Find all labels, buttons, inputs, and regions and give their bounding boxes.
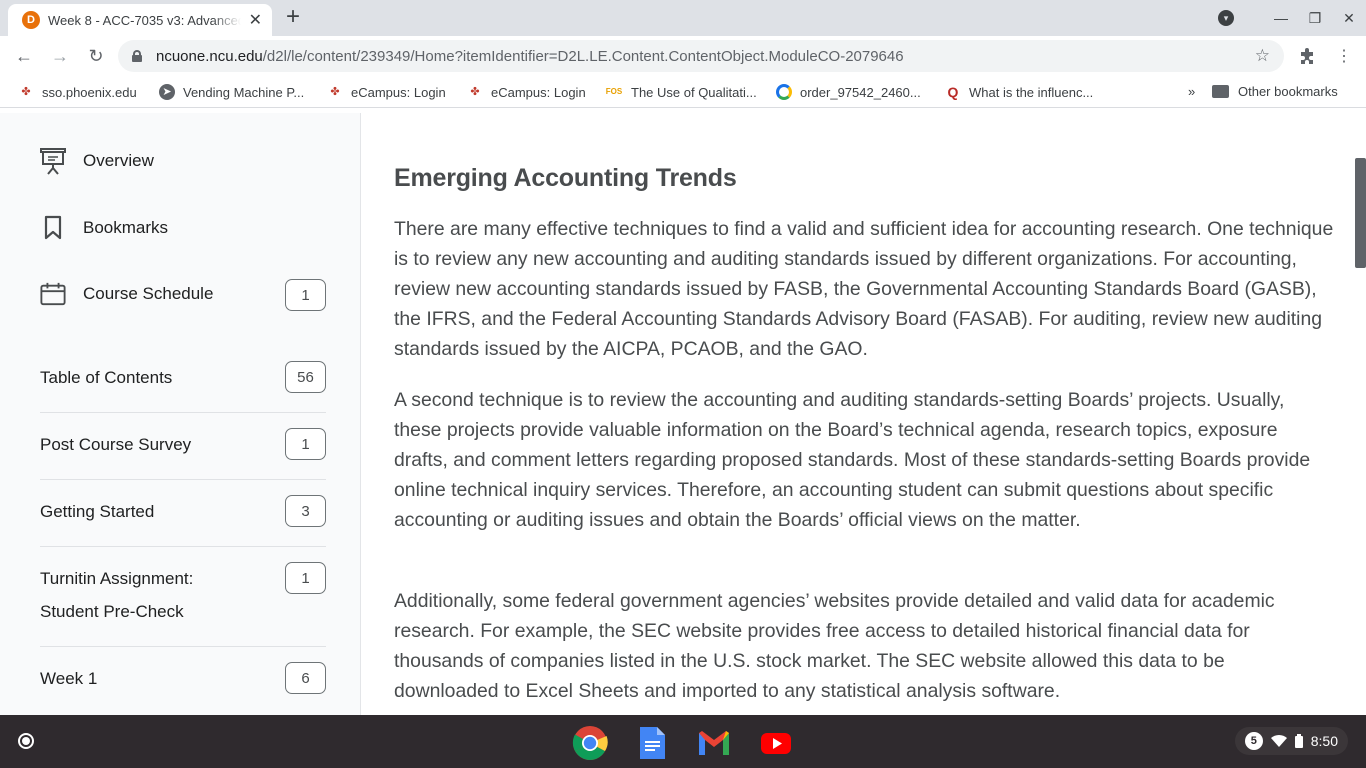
battery-icon (1294, 734, 1303, 748)
extensions-puzzle-icon[interactable] (1298, 47, 1316, 65)
browser-toolbar: ← → ↻ ncuone.ncu.edu/d2l/le/content/2393… (0, 36, 1366, 76)
notification-count-badge: 5 (1244, 732, 1263, 750)
docs-icon[interactable] (634, 725, 670, 761)
star-icon[interactable]: ☆ (1255, 46, 1270, 66)
paragraph: There are many effective techniques to f… (394, 218, 1334, 360)
divider (40, 412, 326, 413)
bookmark-item[interactable]: FOS The Use of Qualitati... (605, 84, 757, 100)
bookmark-icon (40, 215, 66, 241)
nav-course-schedule[interactable]: Course Schedule (40, 281, 213, 307)
toc-item-label: Week 1 (40, 669, 98, 688)
toc-item-label: Getting Started (40, 502, 155, 521)
bookmark-item[interactable]: Q What is the influenc... (945, 84, 1094, 100)
bookmarks-bar: ✤ sso.phoenix.edu ➤ Vending Machine P... ✤… (0, 76, 1366, 108)
toc-item-label: Table of Contents (40, 368, 173, 387)
chrome-icon[interactable] (572, 725, 608, 761)
close-window-icon[interactable]: ✕ (1332, 10, 1366, 27)
lock-icon[interactable] (132, 50, 142, 62)
d2l-favicon-icon: D (22, 11, 40, 29)
url-path: /d2l/le/content/239349/Home?itemIdentifi… (262, 47, 904, 65)
folder-icon (1212, 85, 1229, 98)
bookmark-item[interactable]: ✤ sso.phoenix.edu (18, 84, 136, 100)
toc-item-label: Post Course Survey (40, 435, 192, 454)
quora-icon: Q (947, 84, 959, 100)
page-title: Emerging Accounting Trends (394, 164, 737, 192)
phoenix-icon: ✤ (470, 86, 480, 98)
window-controls: ▾ — ❐ ✕ (1218, 0, 1366, 36)
nav-bookmarks-label: Bookmarks (83, 218, 169, 237)
launcher-icon[interactable] (18, 733, 34, 749)
close-tab-icon[interactable]: ✕ (249, 10, 262, 30)
scrollbar-thumb[interactable] (1355, 158, 1366, 268)
count-badge: 6 (285, 662, 326, 694)
tab-title: Week 8 - ACC-7035 v3: Advanced (48, 12, 241, 28)
count-badge: 1 (285, 428, 326, 460)
minimize-icon[interactable]: — (1264, 10, 1298, 26)
count-badge: 1 (285, 279, 326, 311)
count-badge: 1 (285, 562, 326, 594)
tab-search-icon[interactable]: ▾ (1218, 10, 1234, 26)
divider (40, 479, 326, 480)
youtube-icon[interactable] (758, 725, 794, 761)
tab-strip: D Week 8 - ACC-7035 v3: Advanced ✕ + ▾ —… (0, 0, 1366, 36)
other-bookmarks-folder[interactable]: Other bookmarks (1212, 84, 1338, 99)
bookmark-item[interactable]: ✤ eCampus: Login (467, 84, 585, 100)
count-badge: 56 (285, 361, 326, 393)
url-host: ncuone.ncu.edu (156, 47, 263, 65)
status-tray[interactable]: 5 8:50 (1234, 727, 1348, 755)
presentation-icon (40, 148, 66, 175)
course-sidebar: Overview Bookmarks Course Schedule 1 Tab… (0, 113, 361, 715)
bookmark-item[interactable]: order_97542_2460... (776, 84, 921, 100)
back-arrow-icon[interactable]: ← (6, 46, 42, 67)
restore-icon[interactable]: ❐ (1298, 10, 1332, 27)
paragraph: A second technique is to review the acco… (394, 389, 1311, 531)
clock-time: 8:50 (1310, 733, 1338, 749)
phoenix-icon: ✤ (21, 86, 31, 98)
nav-course-schedule-label: Course Schedule (83, 284, 214, 303)
address-bar[interactable]: ncuone.ncu.edu/d2l/le/content/239349/Hom… (118, 40, 1284, 72)
divider (40, 546, 326, 547)
count-badge: 3 (285, 495, 326, 527)
content-pane: Emerging Accounting Trends There are man… (362, 113, 1354, 715)
reload-icon[interactable]: ↻ (78, 46, 114, 67)
nav-overview-label: Overview (83, 151, 154, 170)
toc-item-label: Turnitin Assignment: (40, 569, 194, 588)
bookmark-item[interactable]: ✤ eCampus: Login (327, 84, 445, 100)
menu-kebab-icon[interactable]: ⋮ (1336, 46, 1352, 66)
fos-icon: FOS (605, 87, 623, 96)
wifi-icon (1270, 734, 1287, 747)
toc-item-label-line2: Student Pre-Check (40, 602, 184, 621)
paragraph: Additionally, some federal government ag… (394, 590, 1275, 702)
os-shelf: 5 8:50 (0, 715, 1366, 768)
nav-overview[interactable]: Overview (40, 148, 154, 175)
phoenix-icon: ✤ (330, 86, 340, 98)
more-bookmarks-chevron-icon[interactable]: » (1188, 84, 1195, 99)
browser-tab[interactable]: D Week 8 - ACC-7035 v3: Advanced ✕ (8, 4, 272, 36)
bookmark-item[interactable]: ➤ Vending Machine P... (159, 84, 304, 100)
compass-icon: ➤ (159, 84, 175, 100)
new-tab-button[interactable]: + (286, 5, 300, 29)
chrome-circle-icon (776, 84, 792, 100)
nav-bookmarks[interactable]: Bookmarks (40, 215, 168, 241)
forward-arrow-icon[interactable]: → (42, 46, 78, 67)
divider (40, 646, 326, 647)
toolbar-actions: ⋮ (1298, 36, 1352, 76)
gmail-icon[interactable] (696, 725, 732, 761)
calendar-icon (40, 281, 66, 307)
